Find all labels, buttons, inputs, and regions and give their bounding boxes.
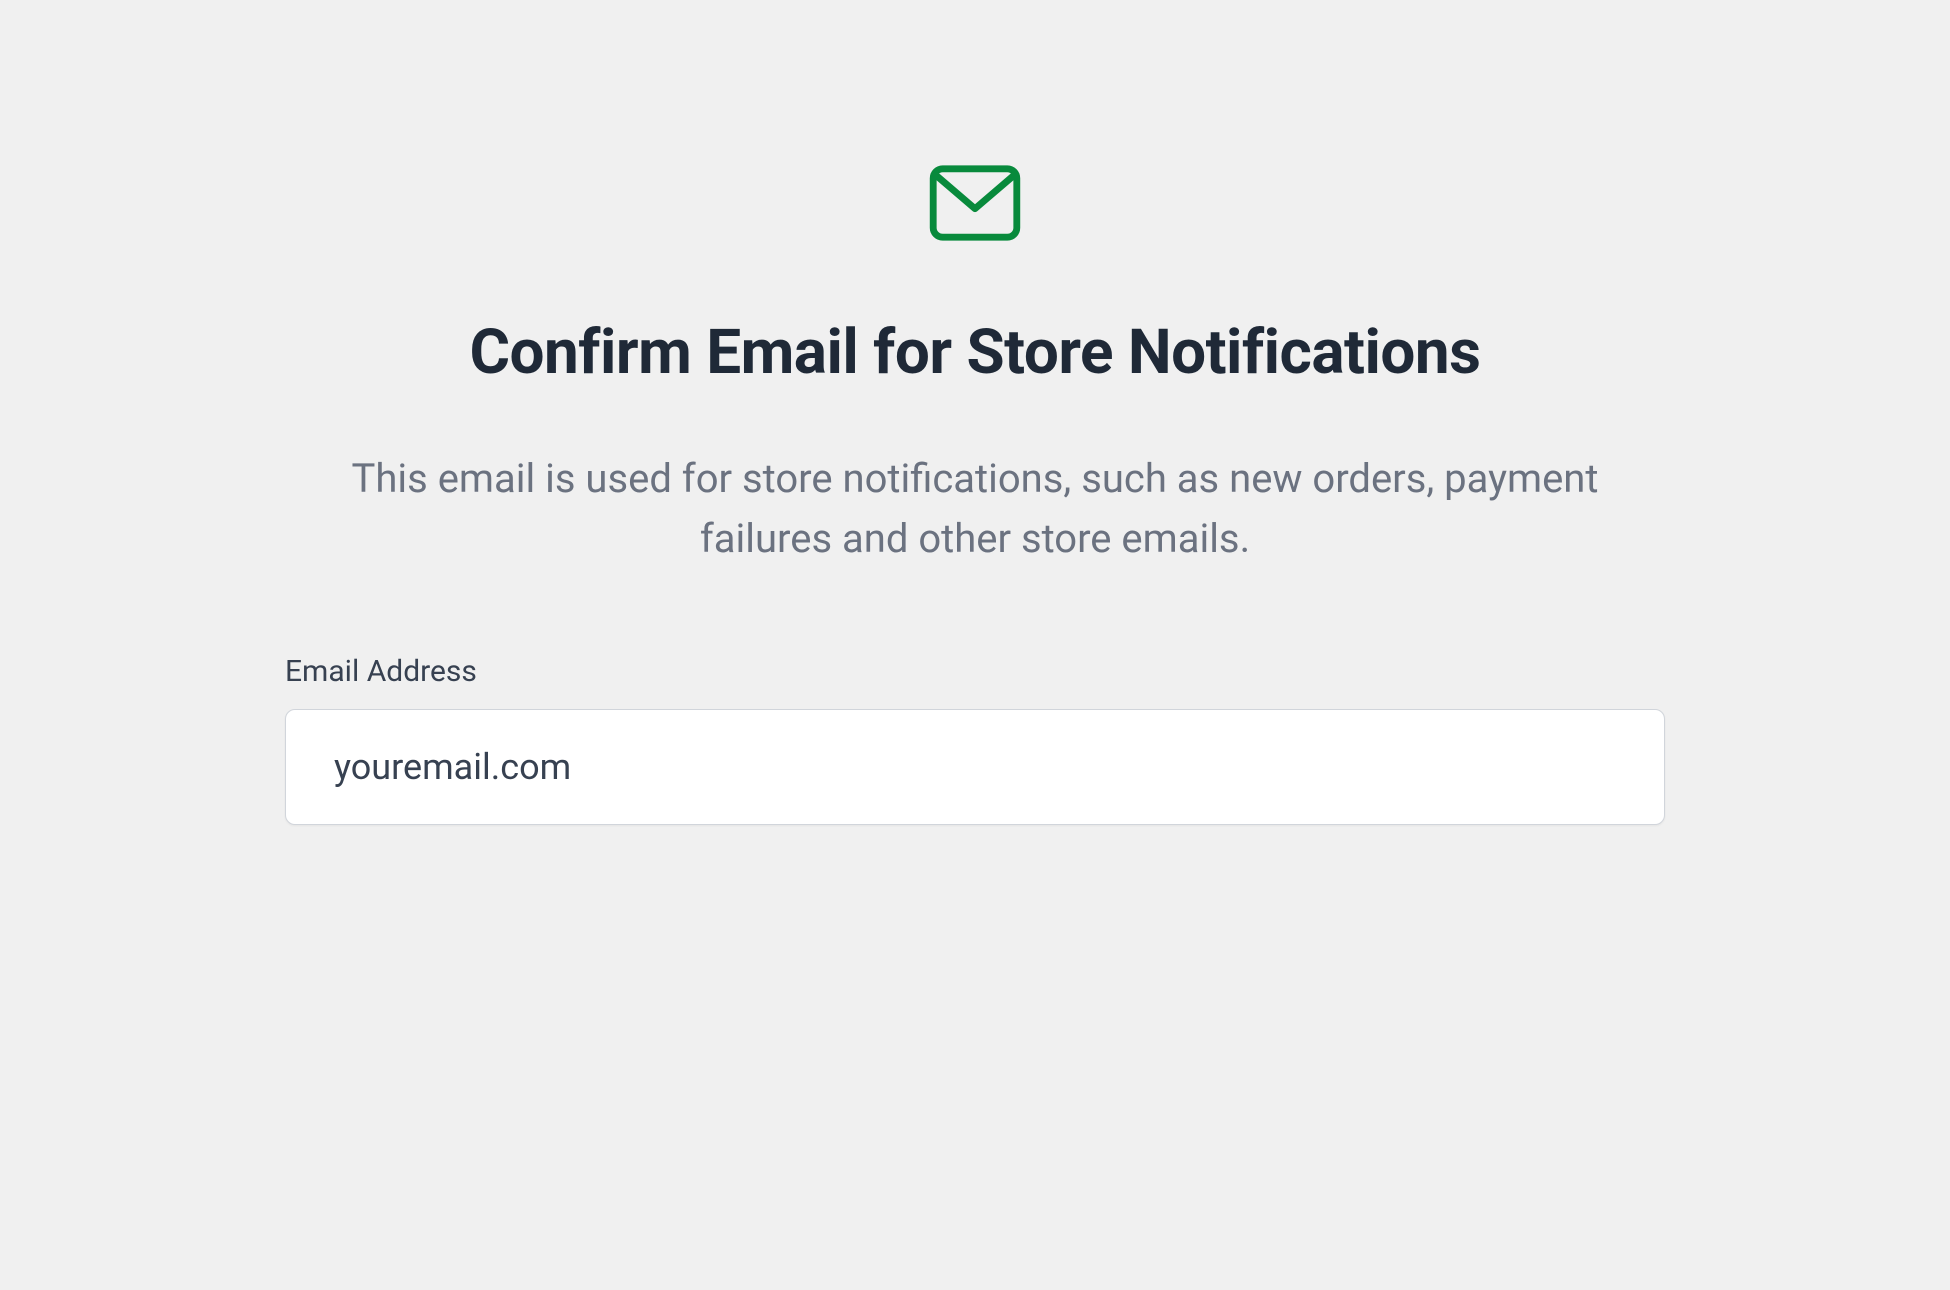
page-title: Confirm Email for Store Notifications <box>469 316 1480 389</box>
page-description: This email is used for store notificatio… <box>335 449 1615 569</box>
email-field[interactable] <box>285 709 1665 825</box>
icon-wrapper <box>929 165 1021 241</box>
confirm-email-panel: Confirm Email for Store Notifications Th… <box>285 165 1665 1290</box>
email-field-label: Email Address <box>285 654 1665 689</box>
email-form-group: Email Address <box>285 654 1665 825</box>
mail-icon <box>929 165 1021 241</box>
